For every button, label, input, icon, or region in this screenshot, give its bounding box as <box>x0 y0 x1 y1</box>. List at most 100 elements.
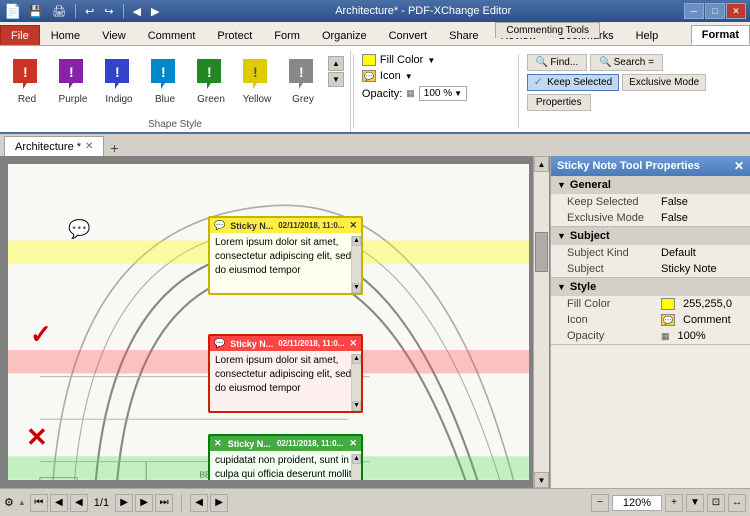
nav-prev2-button[interactable]: ◀ <box>70 494 88 512</box>
doc-scrollbar-v[interactable]: ▲ ▼ <box>533 156 549 488</box>
panel-fill-color-row: Fill Color 255,255,0 <box>551 296 750 312</box>
ribbon-divider-2 <box>518 54 519 128</box>
zoom-level[interactable]: 120% <box>612 495 662 511</box>
sticky-note-green[interactable]: ✕ Sticky N... 02/11/2018, 11:0... ✕ cupi… <box>208 434 363 480</box>
shape-grey-icon: ! <box>284 54 322 92</box>
sticky-note-red-close[interactable]: ✕ <box>349 338 357 349</box>
zoom-dropdown-button[interactable]: ▼ <box>686 494 704 512</box>
minimize-button[interactable]: ─ <box>684 3 704 19</box>
find-button[interactable]: 🔍 Find... <box>527 54 587 71</box>
panel-subject-header[interactable]: ▼ Subject <box>551 227 750 245</box>
doc-tab-arch[interactable]: Architecture * ✕ <box>4 136 104 156</box>
scroll-up[interactable]: ▲ <box>352 236 361 246</box>
search-icon: 🔍 <box>599 57 611 68</box>
icon-label: Icon <box>380 70 401 82</box>
doc-tab-close[interactable]: ✕ <box>85 141 93 152</box>
panel-icon-row: Icon 💬 Comment <box>551 312 750 328</box>
fill-color-dropdown-arrow[interactable]: ▼ <box>427 56 435 65</box>
ribbon: ! Red ! Purple <box>0 46 750 134</box>
shape-red[interactable]: ! Red <box>6 52 48 107</box>
panel-subject-value-row: Subject Sticky Note <box>551 261 750 277</box>
tab-convert[interactable]: Convert <box>378 25 439 45</box>
find-search-row: 🔍 Find... 🔍 Search = <box>527 54 706 71</box>
zoom-width-button[interactable]: ↔ <box>728 494 746 512</box>
title-bar: 📄 💾 🖨 ↩ ↪ ◀ ▶ Architecture* - PDF-XChang… <box>0 0 750 22</box>
shape-green[interactable]: ! Green <box>190 52 232 107</box>
qa-save[interactable]: 💾 <box>25 4 45 19</box>
tab-organize[interactable]: Organize <box>311 25 378 45</box>
pan-right-button[interactable]: ▶ <box>210 494 228 512</box>
nav-next-button[interactable]: ▶ <box>135 494 153 512</box>
sticky-note-red-icon: 💬 <box>214 338 225 349</box>
shape-grey[interactable]: ! Grey <box>282 52 324 107</box>
scroll-down-btn[interactable]: ▼ <box>534 472 549 488</box>
scroll-up-3[interactable]: ▲ <box>352 454 361 464</box>
keep-selected-button[interactable]: ✓ Keep Selected <box>527 74 619 91</box>
search-button[interactable]: 🔍 Search = <box>590 54 663 71</box>
zoom-in-button[interactable]: + <box>665 494 683 512</box>
tab-help[interactable]: Help <box>625 25 670 45</box>
properties-button[interactable]: Properties <box>527 94 591 111</box>
restore-button[interactable]: □ <box>705 3 725 19</box>
scroll-down-2[interactable]: ▼ <box>352 401 361 411</box>
tab-share[interactable]: Share <box>438 25 489 45</box>
doc-tab-add[interactable]: + <box>106 140 122 156</box>
shape-style-dropdown[interactable]: ▲ ▼ <box>328 56 344 87</box>
scroll-down[interactable]: ▼ <box>352 283 361 293</box>
window-title: Architecture* - PDF-XChange Editor <box>166 5 680 17</box>
svg-text:!: ! <box>23 64 28 80</box>
panel-close-button[interactable]: ✕ <box>734 159 744 173</box>
qa-undo[interactable]: ↩ <box>82 4 97 19</box>
tab-home[interactable]: Home <box>40 25 91 45</box>
shape-yellow[interactable]: ! Yellow <box>236 52 278 107</box>
status-expand-icon[interactable]: ▲ <box>18 498 26 507</box>
app-icon: 📄 <box>4 3 21 20</box>
exclusive-mode-button[interactable]: Exclusive Mode <box>622 74 706 91</box>
tab-form[interactable]: Form <box>263 25 311 45</box>
opacity-dropdown[interactable]: 100 % ▼ <box>419 86 467 101</box>
nav-prev-button[interactable]: ◀ <box>50 494 68 512</box>
shape-indigo[interactable]: ! Indigo <box>98 52 140 107</box>
qa-back[interactable]: ◀ <box>130 4 144 19</box>
nav-next2-button[interactable]: ▶ <box>115 494 133 512</box>
panel-general-header[interactable]: ▼ General <box>551 176 750 194</box>
pan-left-button[interactable]: ◀ <box>190 494 208 512</box>
nav-first-button[interactable]: ⏮ <box>30 494 48 512</box>
tab-comment[interactable]: Comment <box>137 25 207 45</box>
panel-style-header[interactable]: ▼ Style <box>551 278 750 296</box>
tab-protect[interactable]: Protect <box>206 25 263 45</box>
nav-last-button[interactable]: ⏭ <box>155 494 173 512</box>
panel-subject-section: ▼ Subject Subject Kind Default Subject S… <box>551 227 750 278</box>
zoom-fit-button[interactable]: ⊡ <box>707 494 725 512</box>
icon-row: 💬 Icon ▼ <box>362 70 510 82</box>
panel-fill-color-swatch <box>661 298 675 310</box>
shape-blue[interactable]: ! Blue <box>144 52 186 107</box>
sticky-note-green-close[interactable]: ✕ <box>349 438 357 449</box>
panel-opacity-hatch-icon: ▦ <box>661 331 670 342</box>
commenting-tools-label: Commenting Tools <box>495 22 600 38</box>
sticky-note-yellow-header: 💬 Sticky N... 02/11/2018, 11:0... ✕ <box>210 218 361 233</box>
tab-file[interactable]: File <box>0 25 40 45</box>
close-button[interactable]: ✕ <box>726 3 746 19</box>
checkmark-icon: ✓ <box>534 77 542 88</box>
scroll-up-btn[interactable]: ▲ <box>534 156 549 172</box>
sticky-note-yellow-scrollbar: ▲ ▼ <box>351 236 361 293</box>
shape-red-icon: ! <box>8 54 46 92</box>
status-settings-icon[interactable]: ⚙ <box>4 496 14 509</box>
scroll-thumb-v[interactable] <box>535 232 548 272</box>
tab-view[interactable]: View <box>91 25 137 45</box>
tab-format[interactable]: Format <box>691 25 750 45</box>
sticky-note-yellow-close[interactable]: ✕ <box>349 220 357 231</box>
qa-forward[interactable]: ▶ <box>148 4 162 19</box>
opacity-label: Opacity: <box>362 88 402 100</box>
shape-purple[interactable]: ! Purple <box>52 52 94 107</box>
doc-tab-bar: Architecture * ✕ + <box>0 134 750 156</box>
qa-redo[interactable]: ↪ <box>101 4 116 19</box>
scroll-up-2[interactable]: ▲ <box>352 354 361 364</box>
zoom-out-button[interactable]: − <box>591 494 609 512</box>
scroll-track <box>352 246 361 283</box>
icon-dropdown-arrow[interactable]: ▼ <box>405 72 413 81</box>
sticky-note-yellow[interactable]: 💬 Sticky N... 02/11/2018, 11:0... ✕ Lore… <box>208 216 363 295</box>
sticky-note-red[interactable]: 💬 Sticky N... 02/11/2018, 11:0... ✕ Lore… <box>208 334 363 413</box>
qa-print[interactable]: 🖨 <box>49 4 69 19</box>
